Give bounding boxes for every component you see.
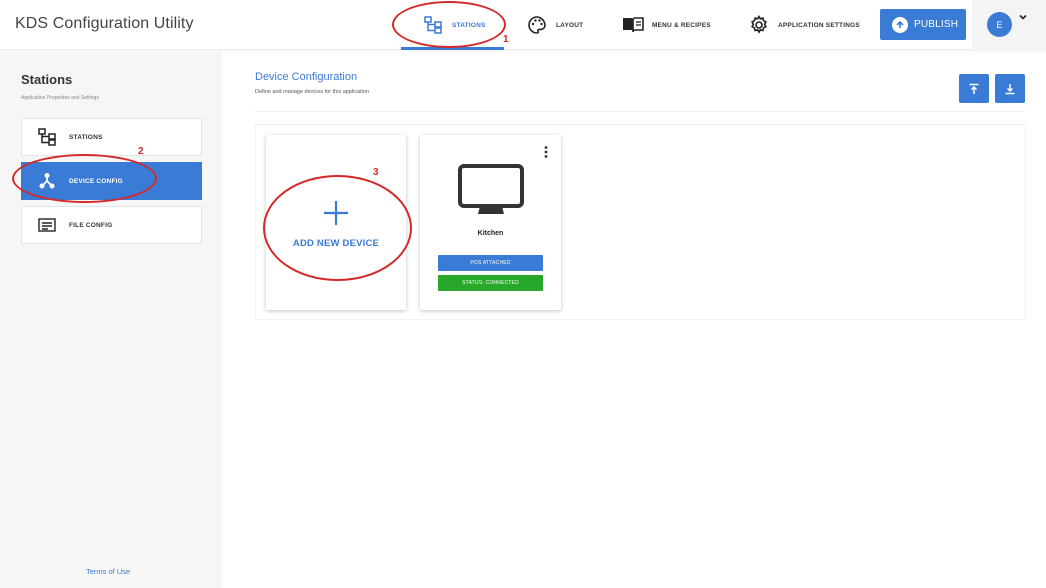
- divider: [255, 111, 1026, 112]
- tab-stations[interactable]: STATIONS: [401, 0, 504, 50]
- sidebar-item-label: FILE CONFIG: [69, 221, 113, 229]
- upload-arrow-icon: [892, 16, 908, 33]
- page-title: Device Configuration: [255, 71, 358, 83]
- stations-icon: [422, 14, 444, 36]
- file-config-icon: [37, 215, 57, 235]
- stations-icon: [37, 127, 57, 147]
- upload-icon: [969, 83, 979, 94]
- upload-button[interactable]: [959, 74, 989, 103]
- more-vert-icon[interactable]: [542, 145, 550, 159]
- tab-label: STATIONS: [452, 21, 486, 29]
- tab-layout[interactable]: LAYOUT: [526, 0, 583, 50]
- publish-label: PUBLISH: [914, 19, 959, 30]
- sidebar-item-stations[interactable]: STATIONS: [21, 118, 202, 156]
- palette-icon: [526, 14, 548, 36]
- publish-button[interactable]: PUBLISH: [880, 9, 966, 40]
- status-badge: STATUS: CONNECTED: [438, 275, 543, 291]
- add-device-card[interactable]: ADD NEW DEVICE: [266, 135, 406, 310]
- sidebar-item-label: STATIONS: [69, 133, 103, 141]
- sidebar-title: Stations: [21, 72, 73, 87]
- tab-label: LAYOUT: [556, 21, 584, 29]
- pos-attached-badge: POS ATTACHED: [438, 255, 543, 271]
- download-button[interactable]: [995, 74, 1025, 103]
- plus-icon: [324, 201, 348, 225]
- sidebar-item-file-config[interactable]: FILE CONFIG: [21, 206, 202, 244]
- annotation-number: 3: [373, 167, 379, 178]
- gear-icon: [748, 14, 770, 36]
- sidebar-item-label: DEVICE CONFIG: [69, 177, 123, 185]
- annotation-number: 1: [503, 34, 509, 45]
- device-config-icon: [37, 171, 57, 191]
- page-subtitle: Define and manage devices for this appli…: [255, 89, 370, 95]
- add-device-label: ADD NEW DEVICE: [292, 238, 380, 249]
- sidebar-subtitle: Application Properties and Settings: [21, 95, 99, 101]
- book-icon: [622, 14, 644, 36]
- tab-label: MENU & RECIPES: [652, 21, 711, 29]
- terms-of-use-link[interactable]: Terms of Use: [86, 567, 130, 576]
- sidebar: Stations Application Properties and Sett…: [0, 50, 222, 588]
- tab-application-settings[interactable]: APPLICATION SETTINGS: [748, 0, 860, 50]
- device-card[interactable]: Kitchen POS ATTACHED STATUS: CONNECTED: [420, 135, 561, 310]
- tab-menu-recipes[interactable]: MENU & RECIPES: [622, 0, 711, 50]
- download-icon: [1005, 83, 1015, 94]
- chevron-down-icon[interactable]: [1018, 12, 1028, 22]
- annotation-number: 2: [138, 146, 144, 157]
- tab-label: APPLICATION SETTINGS: [778, 21, 860, 29]
- monitor-icon: [458, 164, 524, 214]
- avatar[interactable]: E: [987, 12, 1012, 37]
- top-bar: KDS Configuration Utility STATIONS LAYOU…: [0, 0, 1046, 50]
- app-title: KDS Configuration Utility: [15, 15, 194, 32]
- device-name: Kitchen: [477, 230, 504, 237]
- sidebar-item-device-config[interactable]: DEVICE CONFIG: [21, 162, 202, 200]
